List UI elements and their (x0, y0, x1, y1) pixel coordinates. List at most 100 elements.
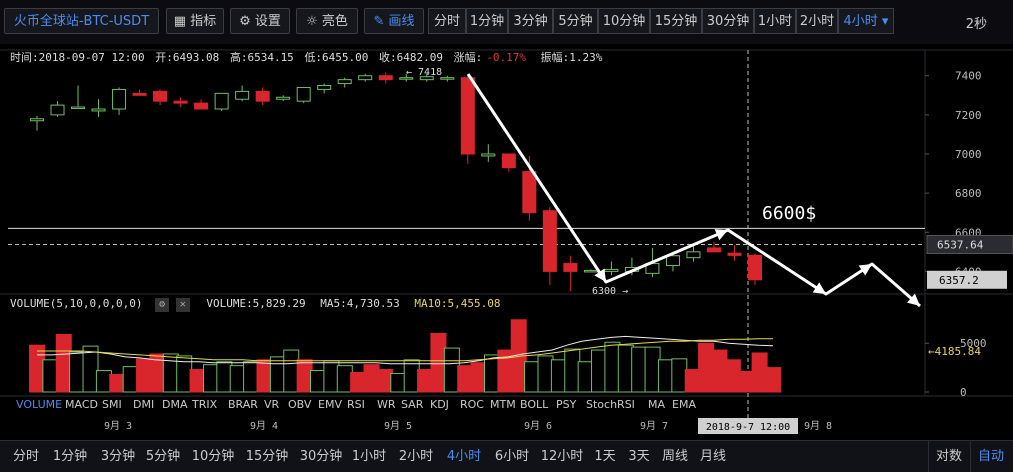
indicator-tab-brar[interactable]: BRAR (228, 398, 258, 411)
volume-bar (617, 344, 634, 393)
volume-bar (296, 359, 313, 393)
volume-bar (591, 349, 608, 393)
period-6[interactable]: 30分钟 (295, 441, 347, 472)
indicator-tab-trix[interactable]: TRIX (192, 398, 217, 411)
x-axis-label: 9月 5 (384, 420, 412, 432)
period-7[interactable]: 1小时 (347, 441, 391, 472)
indicator-tab-roc[interactable]: ROC (460, 398, 484, 411)
volume-bar (430, 332, 447, 393)
draw-button[interactable]: ✎ 画线 (364, 8, 424, 34)
timeframe-2[interactable]: 3分钟 (508, 8, 553, 34)
indicator-tab-dmi[interactable]: DMI (133, 398, 154, 411)
volume-bar (457, 365, 474, 393)
volume-ma-tag: ←4185.84 (928, 345, 981, 358)
period-5[interactable]: 15分钟 (240, 441, 294, 472)
indicator-tab-stochrsi[interactable]: StochRSI (586, 398, 635, 411)
period-14[interactable]: 周线 (656, 441, 694, 472)
period-4[interactable]: 10分钟 (187, 441, 239, 472)
volume-legend: VOLUME(5,10,0,0,0,0) ⚙ ✕ VOLUME:5,829.29… (10, 297, 501, 312)
candle-body (748, 254, 762, 281)
log-scale-button[interactable]: 对数 (928, 441, 969, 472)
indicator-tab-ema[interactable]: EMA (672, 398, 696, 411)
last-price-tag: 6357.2 (939, 274, 979, 287)
candle-body (501, 153, 516, 169)
indicator-tab-dma[interactable]: DMA (162, 398, 188, 411)
volume-bar (363, 364, 380, 393)
period-10[interactable]: 6小时 (489, 441, 535, 472)
candle-body (317, 85, 332, 90)
volume-bar (376, 369, 393, 393)
close-icon[interactable]: ✕ (175, 298, 190, 312)
refresh-interval[interactable]: 2秒 (966, 13, 987, 32)
candle-body (665, 255, 680, 267)
volume-bar (577, 361, 594, 393)
timeframe-6[interactable]: 30分钟 (702, 8, 754, 34)
timeframe-7[interactable]: 1小时 (754, 8, 796, 34)
indicator-tab-smi[interactable]: SMI (102, 398, 122, 411)
top-toolbar: 火币全球站-BTC-USDT ▦ 指标 ⚙ 设置 ☼ 亮色 ✎ 画线 分时 1分钟… (0, 0, 1013, 44)
indicator-tab-boll[interactable]: BOLL (520, 398, 548, 411)
candle-body (481, 153, 496, 157)
indicator-tab-wr[interactable]: WR (377, 398, 396, 411)
candle-body (522, 171, 537, 214)
kline-chart[interactable]: 740072007000680066006400← 74186300 →6600… (0, 44, 1013, 442)
candle-body (358, 75, 373, 81)
volume-bar (671, 358, 688, 393)
period-8[interactable]: 2小时 (393, 441, 439, 472)
indicator-tab-vr[interactable]: VR (264, 398, 279, 411)
timeframe-3[interactable]: 5分钟 (553, 8, 598, 34)
timeframe-5[interactable]: 15分钟 (650, 8, 702, 34)
period-11[interactable]: 12小时 (535, 441, 589, 472)
x-axis-label: 9月 6 (524, 420, 552, 432)
candle-body (91, 108, 106, 112)
bottom-period-bar: 分时 1分钟 3分钟 5分钟 10分钟 15分钟 30分钟 1小时 2小时 4小时 6小时 12小时 1… (0, 440, 1013, 472)
x-axis-label: 9月 4 (250, 420, 278, 432)
period-0[interactable]: 分时 (8, 441, 44, 472)
symbol-button[interactable]: 火币全球站-BTC-USDT (4, 8, 159, 34)
period-9[interactable]: 4小时 (440, 441, 488, 472)
timeframe-0[interactable]: 分时 (428, 8, 466, 34)
volume-ma10-line (37, 338, 773, 362)
indicator-tab-emv[interactable]: EMV (318, 398, 342, 411)
indicator-tab-sar[interactable]: SAR (401, 398, 423, 411)
indicator-tab-kdj[interactable]: KDJ (430, 398, 449, 411)
low-marker: 6300 → (592, 286, 628, 297)
period-13[interactable]: 3天 (622, 441, 656, 472)
indicator-tab-ma[interactable]: MA (648, 398, 665, 411)
candle-body (604, 268, 619, 272)
volume-bar (751, 352, 768, 393)
indicator-tab-rsi[interactable]: RSI (347, 398, 365, 411)
candle-body (30, 118, 44, 122)
period-1[interactable]: 1分钟 (45, 441, 95, 472)
candle-body (153, 90, 168, 102)
timeframe-4[interactable]: 10分钟 (598, 8, 650, 34)
settings-button[interactable]: ⚙ 设置 (230, 8, 290, 34)
candle-body (440, 77, 455, 80)
indicator-tab-macd[interactable]: MACD (65, 398, 98, 411)
period-2[interactable]: 3分钟 (96, 441, 140, 472)
timeframe-9[interactable]: 4小时 ▾ (838, 8, 894, 34)
timeframe-8[interactable]: 2小时 (796, 8, 838, 34)
gear-icon[interactable]: ⚙ (155, 298, 170, 312)
volume-bar (55, 333, 72, 393)
indicator-tab-obv[interactable]: OBV (288, 398, 311, 411)
timeframe-1[interactable]: 1分钟 (466, 8, 508, 34)
period-15[interactable]: 月线 (694, 441, 732, 472)
volume-bar (698, 342, 715, 393)
indicator-tab-psy[interactable]: PSY (556, 398, 576, 411)
candle-body (235, 90, 250, 100)
candle-body (173, 100, 188, 104)
period-3[interactable]: 5分钟 (140, 441, 186, 472)
indicator-tab-mtm[interactable]: MTM (490, 398, 516, 411)
volume-bar (524, 361, 541, 393)
indicator-tab-volume[interactable]: VOLUME (16, 398, 62, 411)
auto-scale-button[interactable]: 自动 (970, 441, 1011, 472)
volume-bar (765, 367, 781, 393)
period-12[interactable]: 1天 (589, 441, 621, 472)
volume-bar (443, 347, 460, 393)
volume-bar (390, 372, 407, 393)
brightness-button[interactable]: ☼ 亮色 (296, 8, 358, 34)
volume-bar (243, 361, 260, 393)
volume-bar (550, 359, 567, 393)
indicators-button[interactable]: ▦ 指标 (166, 8, 224, 34)
